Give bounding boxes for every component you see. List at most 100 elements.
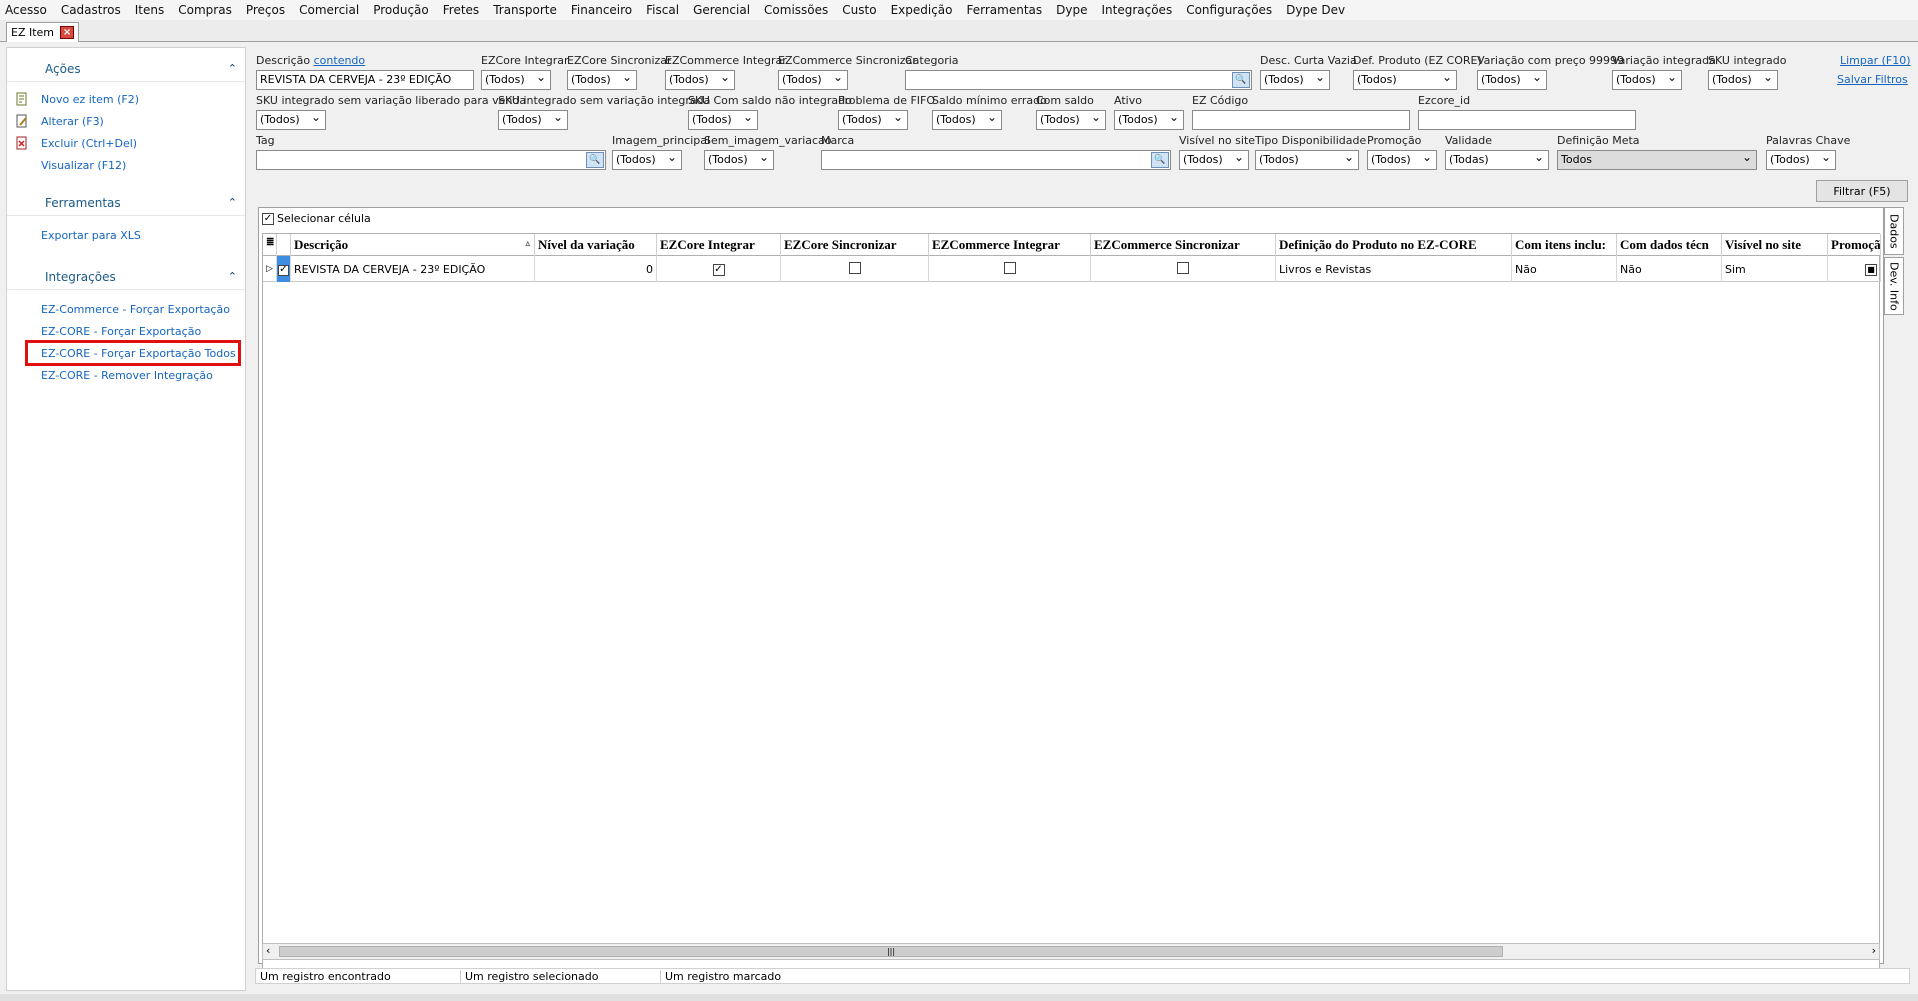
tipo-disp-select[interactable]: (Todos): [1255, 150, 1359, 170]
menu-item[interactable]: Compras: [178, 3, 232, 17]
tag-input[interactable]: 🔍: [256, 150, 606, 170]
variacao-integrada-select[interactable]: (Todos): [1612, 70, 1682, 90]
ezcore-integrar-select[interactable]: (Todos): [481, 70, 551, 90]
col-nivel[interactable]: Nível da variação: [535, 234, 657, 256]
limpar-link[interactable]: Limpar (F10): [1840, 54, 1911, 67]
cell-visivel[interactable]: Sim: [1722, 256, 1828, 282]
action-excluir[interactable]: Excluir (Ctrl+Del): [7, 132, 245, 154]
search-icon[interactable]: 🔍: [1232, 72, 1250, 88]
search-icon[interactable]: 🔍: [1151, 152, 1169, 168]
menu-item[interactable]: Comissões: [764, 3, 828, 17]
section-header-ferramentas[interactable]: Ferramentas ⌃: [7, 190, 245, 216]
menu-item[interactable]: Configurações: [1186, 3, 1272, 17]
def-produto-select[interactable]: (Todos): [1353, 70, 1457, 90]
desc-curta-vazia-select[interactable]: (Todos): [1260, 70, 1330, 90]
sku-integrado-select[interactable]: (Todos): [1708, 70, 1778, 90]
horizontal-scrollbar[interactable]: ‹ ||| ›: [262, 943, 1880, 960]
menu-item[interactable]: Financeiro: [571, 3, 632, 17]
integ-ezcore-forcar-todos[interactable]: EZ-CORE - Forçar Exportação Todos: [25, 340, 241, 366]
cell-descricao[interactable]: REVISTA DA CERVEJA - 23º EDIÇÃO: [291, 256, 535, 282]
col-com-itens[interactable]: Com itens inclu:: [1512, 234, 1617, 256]
menu-item[interactable]: Acesso: [5, 3, 47, 17]
col-ezcommerce-sincronizar[interactable]: EZCommerce Sincronizar: [1091, 234, 1276, 256]
validade-select[interactable]: (Todas): [1445, 150, 1549, 170]
col-visivel[interactable]: Visível no site: [1722, 234, 1828, 256]
cell-promocao[interactable]: ■: [1828, 256, 1881, 282]
col-definicao[interactable]: Definição do Produto no EZ-CORE: [1276, 234, 1512, 256]
menu-item[interactable]: Dype: [1056, 3, 1087, 17]
tab-dados[interactable]: Dados: [1884, 207, 1904, 255]
menu-item[interactable]: Gerencial: [693, 3, 750, 17]
ezcommerce-integrar-select[interactable]: (Todos): [665, 70, 735, 90]
col-promocao[interactable]: Promoçã: [1828, 234, 1881, 256]
filtrar-button[interactable]: Filtrar (F5): [1816, 180, 1908, 202]
ezcore-sincronizar-select[interactable]: (Todos): [567, 70, 637, 90]
menu-item[interactable]: Cadastros: [61, 3, 121, 17]
visivel-site-select[interactable]: (Todos): [1179, 150, 1249, 170]
close-icon[interactable]: ×: [60, 26, 75, 39]
tab-dev-info[interactable]: Dev. Info: [1884, 257, 1904, 315]
ezcommerce-sincronizar-checkbox[interactable]: [1177, 262, 1189, 274]
menu-item[interactable]: Fretes: [443, 3, 479, 17]
cell-com-dados[interactable]: Não: [1617, 256, 1722, 282]
ezcore-sincronizar-checkbox[interactable]: [848, 262, 861, 274]
saldo-min-select[interactable]: (Todos): [932, 110, 1002, 130]
sem-imagem-select[interactable]: (Todos): [704, 150, 774, 170]
promocao-select[interactable]: (Todos): [1367, 150, 1437, 170]
col-ezcommerce-integrar[interactable]: EZCommerce Integrar: [929, 234, 1091, 256]
cell-ezcommerce-sincronizar[interactable]: [1091, 256, 1276, 282]
menu-item[interactable]: Preços: [246, 3, 285, 17]
integ-ezcore-remover[interactable]: EZ-CORE - Remover Integração: [7, 364, 245, 386]
col-ezcore-integrar[interactable]: EZCore Integrar: [657, 234, 781, 256]
cell-definicao[interactable]: Livros e Revistas: [1276, 256, 1512, 282]
def-meta-select[interactable]: Todos: [1557, 150, 1757, 170]
table-row[interactable]: ▷ ✓ REVISTA DA CERVEJA - 23º EDIÇÃO 0 ✓ …: [263, 256, 1881, 282]
descricao-mode-link[interactable]: contendo: [314, 54, 366, 67]
ezcore-id-input[interactable]: [1418, 110, 1636, 130]
variacao-preco-select[interactable]: (Todos): [1477, 70, 1547, 90]
imagem-principal-select[interactable]: (Todos): [612, 150, 682, 170]
sku-sem-var-int-select[interactable]: (Todos): [498, 110, 568, 130]
action-visualizar[interactable]: Visualizar (F12): [7, 154, 245, 176]
marca-input[interactable]: 🔍: [821, 150, 1171, 170]
scroll-left-icon[interactable]: ‹: [266, 944, 270, 957]
cell-com-itens[interactable]: Não: [1512, 256, 1617, 282]
cell-ezcore-sincronizar[interactable]: [781, 256, 929, 282]
cell-nivel[interactable]: 0: [535, 256, 657, 282]
chevron-up-icon[interactable]: ⌃: [228, 62, 237, 75]
descricao-input[interactable]: REVISTA DA CERVEJA - 23º EDIÇÃO: [256, 70, 474, 90]
menu-item[interactable]: Transporte: [493, 3, 557, 17]
com-saldo-select[interactable]: (Todos): [1036, 110, 1106, 130]
ezcommerce-integrar-checkbox[interactable]: [1003, 262, 1016, 274]
integ-ezcore-forcar[interactable]: EZ-CORE - Forçar Exportação: [7, 320, 245, 342]
ativo-select[interactable]: (Todos): [1114, 110, 1184, 130]
menu-item[interactable]: Fiscal: [646, 3, 679, 17]
salvar-filtros-link[interactable]: Salvar Filtros: [1837, 73, 1908, 86]
row-selector-header[interactable]: ≣: [263, 234, 277, 256]
menu-item[interactable]: Comercial: [299, 3, 359, 17]
action-alterar[interactable]: Alterar (F3): [7, 110, 245, 132]
promocao-checkbox[interactable]: ■: [1865, 264, 1877, 276]
chevron-up-icon[interactable]: ⌃: [228, 270, 237, 283]
fifo-select[interactable]: (Todos): [838, 110, 908, 130]
ezcommerce-sincronizar-select[interactable]: (Todos): [778, 70, 848, 90]
cell-ezcommerce-integrar[interactable]: [929, 256, 1091, 282]
cell-ezcore-integrar[interactable]: ✓: [657, 256, 781, 282]
col-ezcore-sincronizar[interactable]: EZCore Sincronizar: [781, 234, 929, 256]
selecionar-celula-checkbox[interactable]: ✓: [262, 212, 274, 225]
selecionar-celula[interactable]: ✓ Selecionar célula: [262, 212, 371, 225]
tool-exportar-xls[interactable]: Exportar para XLS: [7, 224, 245, 246]
menu-item[interactable]: Custo: [842, 3, 876, 17]
section-header-integracoes[interactable]: Integrações ⌃: [7, 264, 245, 290]
integ-ezcommerce-forcar[interactable]: EZ-Commerce - Forçar Exportação: [7, 298, 245, 320]
col-descricao[interactable]: Descrição ▵: [291, 234, 535, 256]
sku-sem-var-select[interactable]: (Todos): [256, 110, 326, 130]
menu-item[interactable]: Itens: [135, 3, 164, 17]
menu-item[interactable]: Expedição: [891, 3, 953, 17]
row-checkbox[interactable]: ✓: [278, 264, 289, 276]
palavras-chave-select[interactable]: (Todos): [1766, 150, 1836, 170]
row-check[interactable]: ✓: [277, 256, 291, 282]
action-novo[interactable]: Novo ez item (F2): [7, 88, 245, 110]
menu-item[interactable]: Produção: [373, 3, 429, 17]
chevron-up-icon[interactable]: ⌃: [228, 196, 237, 209]
